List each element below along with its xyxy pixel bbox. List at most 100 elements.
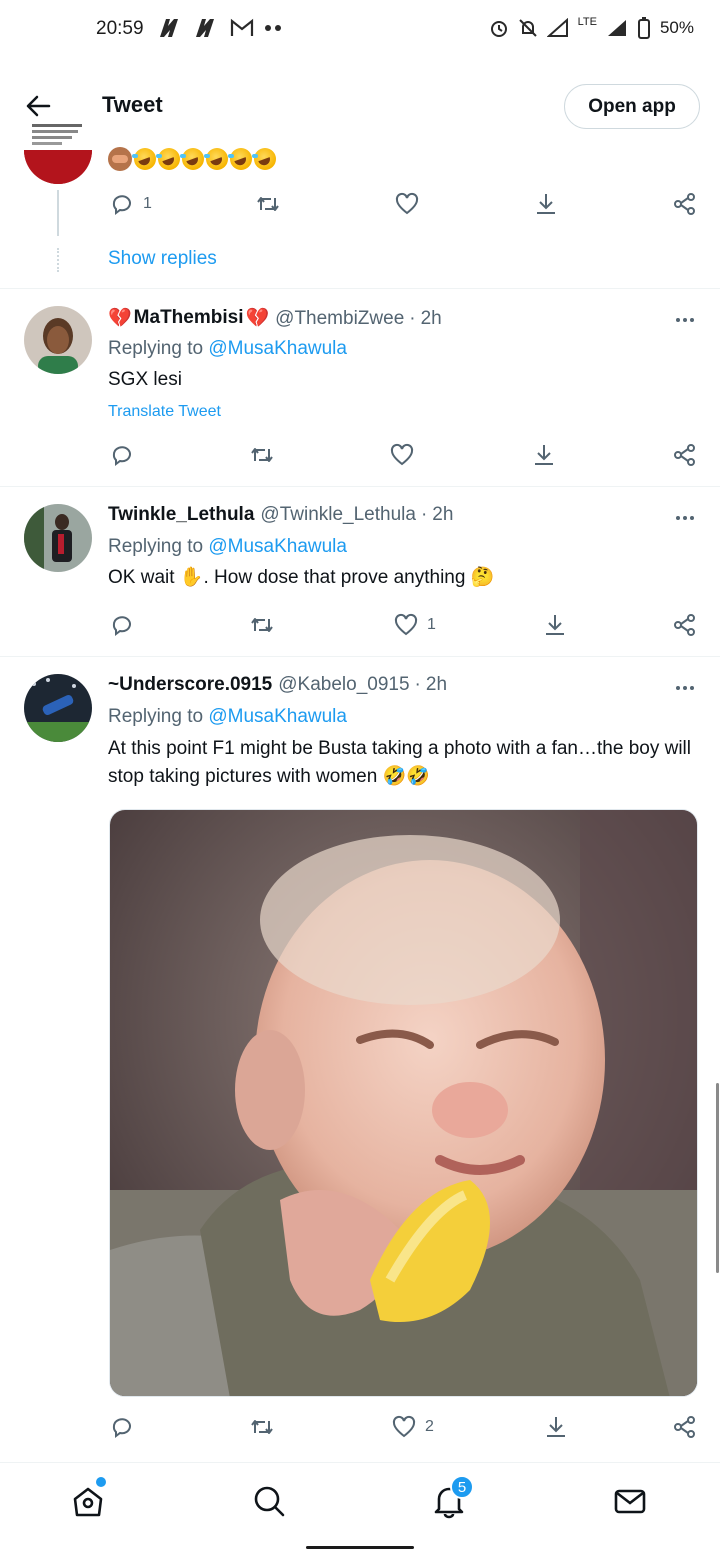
news-app-icon [160,19,178,37]
mention-link[interactable]: @MusaKhawula [208,338,347,359]
battery-icon [637,17,650,39]
retweet-button[interactable] [249,1414,275,1440]
tweet-image[interactable] [109,809,698,1397]
avatar[interactable] [24,504,92,572]
reply-icon [112,1418,131,1438]
laughing-emoji-icon [180,148,204,170]
back-arrow-icon[interactable] [24,92,52,120]
replying-to: Replying to @MusaKhawula [108,536,347,558]
reply-icon [112,616,131,636]
reply-count: 1 [143,195,152,212]
retweet-button[interactable] [249,442,275,468]
messages-tab[interactable] [612,1483,652,1523]
share-button[interactable] [672,442,698,468]
open-app-button[interactable]: Open app [564,84,700,129]
monkey-emoji-icon [108,147,132,171]
like-button[interactable] [389,442,415,468]
broken-heart-icon: 💔 [108,308,132,329]
show-replies-link[interactable]: Show replies [108,248,217,270]
more-options-button[interactable] [676,516,694,520]
translate-link[interactable]: Translate Tweet [108,403,221,421]
share-button[interactable] [672,191,698,217]
avatar[interactable] [24,120,92,184]
tweet[interactable]: 💔 MaThembisi 💔 @ThembiZwee · 2h Replying… [0,306,720,486]
replying-to: Replying to @MusaKhawula [108,706,347,728]
replying-prefix: Replying to [108,338,204,359]
home-unread-dot [96,1477,106,1487]
retweet-button[interactable] [249,612,275,638]
reply-icon [112,195,131,215]
timestamp: 2h [425,674,448,695]
search-tab[interactable] [251,1483,291,1523]
scrollbar[interactable] [716,1083,719,1273]
search-icon [254,1486,285,1517]
tweet[interactable]: Twinkle_Lethula @Twinkle_Lethula · 2h Re… [0,504,720,656]
user-handle[interactable]: @ThembiZwee [275,308,404,330]
timestamp: 2h [432,504,454,525]
display-name[interactable]: 💔 MaThembisi 💔 [108,306,269,330]
laughing-emoji-icon [132,148,156,170]
status-system-icons: LTE 50% [489,16,694,39]
laughing-emoji-icon [228,148,252,170]
retweet-icon [251,1420,273,1434]
tweet-header: ~Underscore.0915 @Kabelo_0915 · 2h [108,674,447,696]
tweet-text: SGX lesi [108,369,182,390]
messages-icon [614,1489,646,1514]
reply-button[interactable] [109,442,135,468]
download-icon [535,445,553,465]
heart-icon [395,192,419,215]
share-icon [674,1416,695,1438]
gesture-bar[interactable] [306,1546,414,1549]
like-button[interactable]: 1 [393,612,436,638]
tweet-header: 💔 MaThembisi 💔 @ThembiZwee · 2h [108,306,442,330]
mention-link[interactable]: @MusaKhawula [208,706,347,727]
like-count: 1 [427,616,436,633]
baby-lemon-photo [110,810,697,1396]
share-button[interactable] [672,1414,698,1440]
download-button[interactable] [533,191,559,217]
user-handle[interactable]: @Twinkle_Lethula [260,504,416,526]
status-bar: 20:59 LTE 50% [0,0,720,60]
download-button[interactable] [531,442,557,468]
home-tab[interactable] [70,1483,110,1523]
thread-gap-dots [57,248,59,272]
download-button[interactable] [543,1414,569,1440]
like-button[interactable] [394,191,420,217]
alarm-icon [490,21,507,37]
download-icon [547,1417,565,1437]
share-button[interactable] [672,612,698,638]
reply-button[interactable] [109,1414,135,1440]
separator: · [409,308,416,329]
display-name-text: MaThembisi [133,307,244,328]
avatar[interactable] [24,306,92,374]
reply-button[interactable]: 1 [109,191,152,217]
tweet-text: At this point F1 might be Busta taking a… [108,735,698,791]
more-notifications-icon [265,25,281,31]
more-options-button[interactable] [676,318,694,322]
tweet-text-part: . How dose that prove anything [203,567,471,588]
tweet-actions: 1 [0,612,720,642]
tweet-text-part: OK wait [108,567,180,588]
download-button[interactable] [542,612,568,638]
page-title: Tweet [102,92,163,117]
avatar[interactable] [24,674,92,742]
heart-icon [390,443,414,466]
raised-hand-emoji-icon: ✋ [179,567,204,588]
retweet-icon [251,448,273,462]
display-name[interactable]: ~Underscore.0915 [108,674,272,696]
replying-to: Replying to @MusaKhawula [108,338,347,360]
reply-button[interactable] [109,612,135,638]
retweet-icon [251,618,273,632]
user-handle[interactable]: @Kabelo_0915 [278,674,409,696]
share-icon [674,614,695,636]
heart-icon [394,613,418,636]
display-name[interactable]: Twinkle_Lethula [108,504,254,526]
signal-icon [546,18,568,37]
laughing-emoji-icon [204,148,228,170]
like-button[interactable]: 2 [391,1414,434,1440]
mention-link[interactable]: @MusaKhawula [208,536,347,557]
more-options-button[interactable] [676,686,694,690]
retweet-button[interactable] [255,191,281,217]
home-icon [73,1487,103,1517]
tweet-actions: 2 [0,1414,720,1444]
